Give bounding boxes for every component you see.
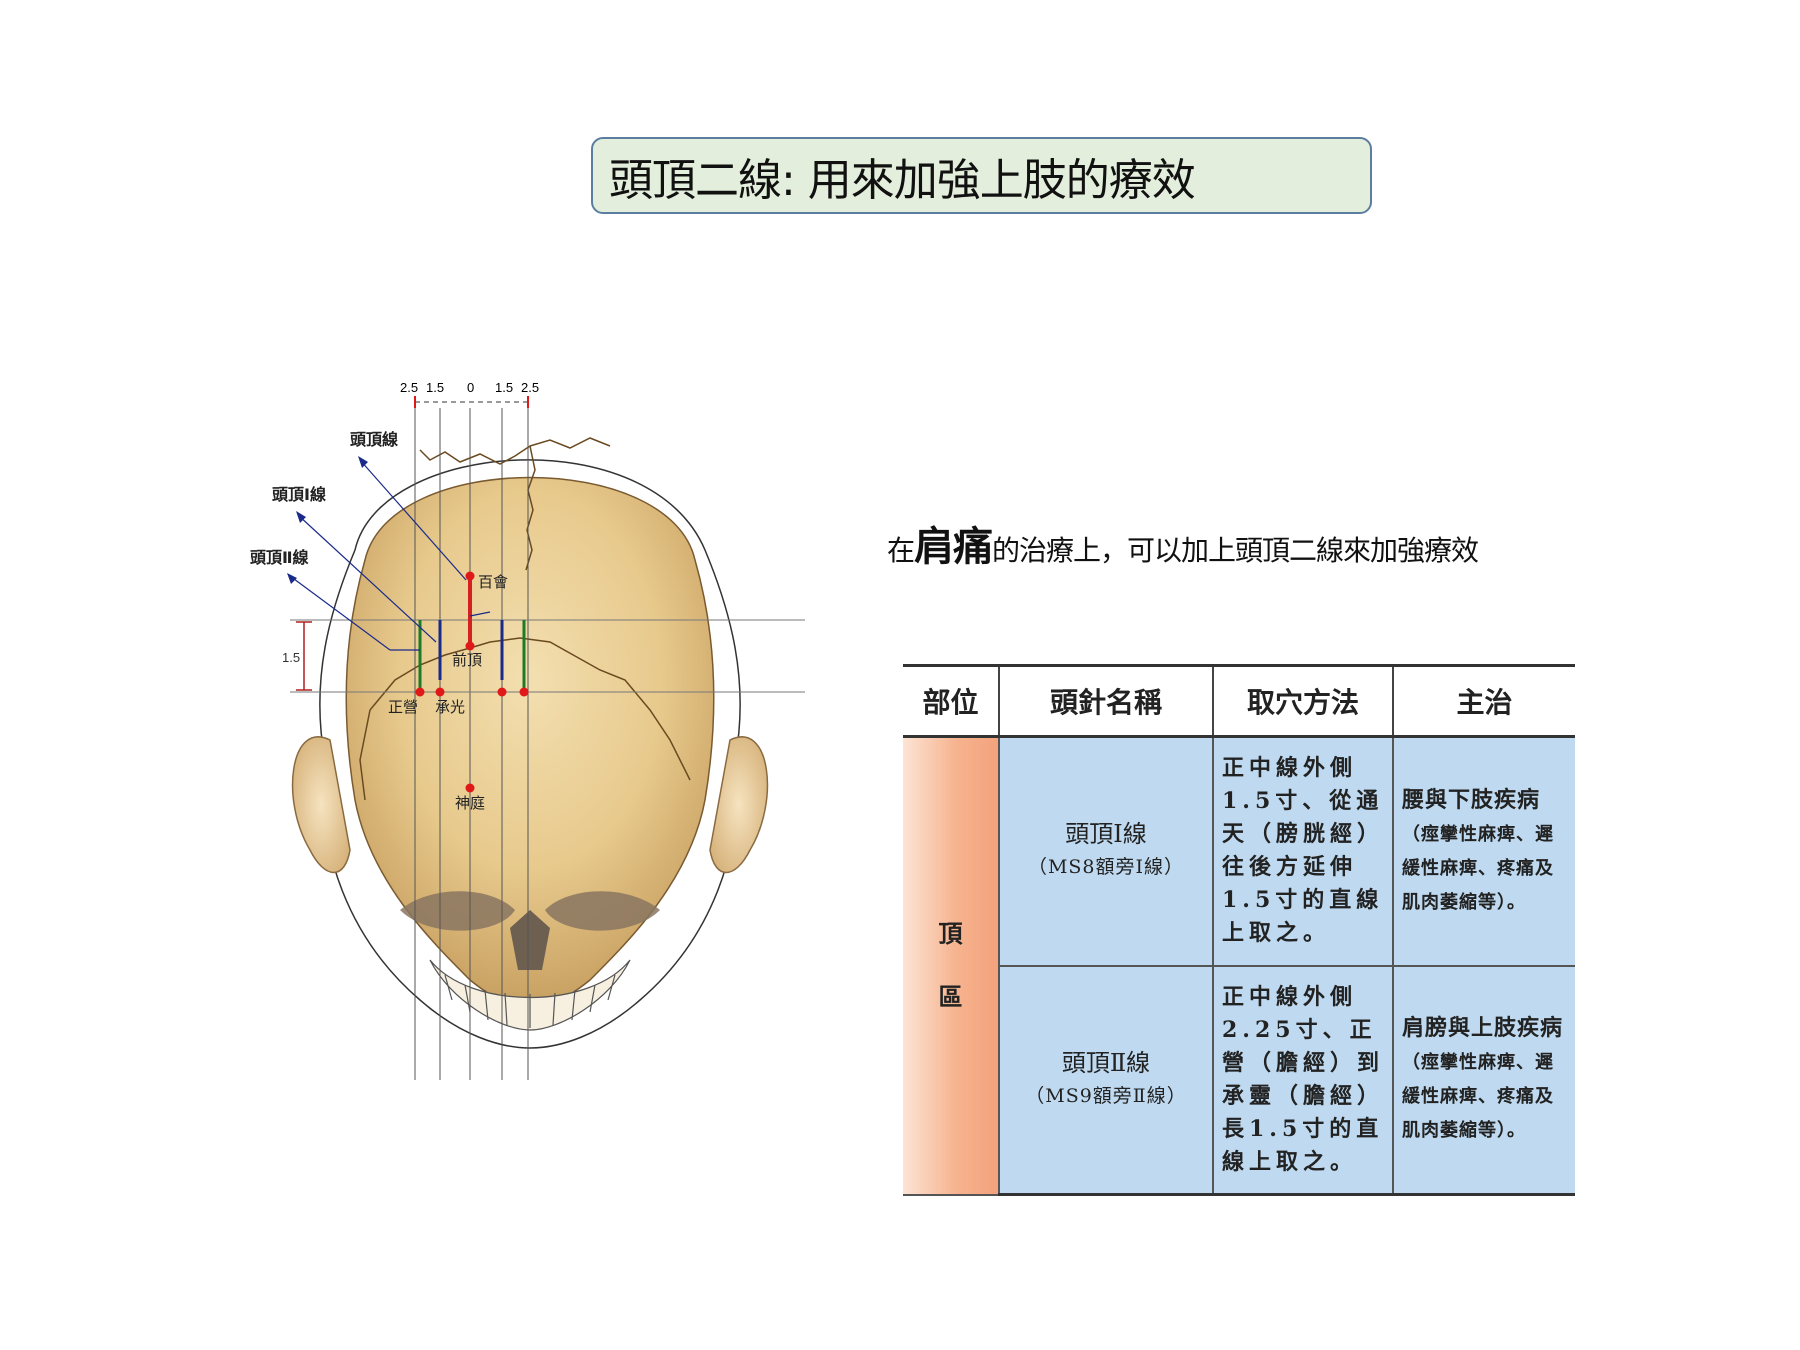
acupuncture-table: 部位 頭針名稱 取穴方法 主治 頂 區 頭頂Ⅰ線 （MS8額旁Ⅰ線） 正中線外側… bbox=[903, 664, 1575, 1196]
note-highlight: 肩痛 bbox=[914, 524, 993, 570]
point-label-shenting: 神庭 bbox=[455, 794, 485, 812]
note-sentence: 在肩痛的治療上，可以加上頭頂二線來加強療效 bbox=[887, 515, 1707, 579]
point-label-qianding: 前頂 bbox=[452, 651, 482, 669]
method-cell: 正中線外側2.25寸、正營（膽經）到承靈（膽經）長1.5寸的直線上取之。 bbox=[1213, 965, 1394, 1196]
skull-diagram: 2.5 1.5 0 1.5 2.5 1.5 百會 前頂 正營 承光 神庭 頭頂線… bbox=[230, 380, 830, 1100]
note-prefix: 在 bbox=[887, 534, 915, 567]
indication-cell: 肩膀與上肢疾病 （痙攣性麻痺、遲緩性麻痺、疼痛及肌肉萎縮等）。 bbox=[1393, 965, 1575, 1196]
line-name-sub: （MS9額旁Ⅱ線） bbox=[1025, 1084, 1187, 1107]
scale-label-right-1-5: 1.5 bbox=[495, 380, 513, 395]
label-line-2: 頭頂Ⅱ線 bbox=[250, 548, 309, 567]
table-row: 頭頂Ⅱ線 （MS9額旁Ⅱ線） 正中線外側2.25寸、正營（膽經）到承靈（膽經）長… bbox=[903, 965, 1575, 1196]
label-line-1: 頭頂Ⅰ線 bbox=[272, 485, 326, 504]
label-line-main: 頭頂線 bbox=[350, 430, 398, 449]
height-label: 1.5 bbox=[282, 650, 300, 665]
header-region: 部位 bbox=[903, 664, 1000, 738]
region-char-1: 頂 bbox=[938, 919, 963, 948]
scale-label-left-2-5: 2.5 bbox=[400, 380, 418, 395]
indication-detail: （痙攣性麻痺、遲緩性麻痺、疼痛及肌肉萎縮等）。 bbox=[1402, 823, 1554, 913]
skull-illustration: 2.5 1.5 0 1.5 2.5 1.5 百會 前頂 正營 承光 神庭 頭頂線… bbox=[250, 380, 805, 1080]
slide-title-box: 頭頂二線: 用來加強上肢的療效 bbox=[591, 137, 1372, 214]
line-name: 頭頂Ⅱ線 bbox=[1061, 1048, 1151, 1077]
name-cell: 頭頂Ⅱ線 （MS9額旁Ⅱ線） bbox=[999, 965, 1214, 1196]
point-label-zhengying: 正營 bbox=[388, 698, 418, 716]
name-cell: 頭頂Ⅰ線 （MS8額旁Ⅰ線） bbox=[999, 736, 1214, 967]
slide-title: 頭頂二線: 用來加強上肢的療效 bbox=[609, 154, 1196, 206]
note-suffix: 的治療上，可以加上頭頂二線來加強療效 bbox=[992, 534, 1479, 567]
region-char-2: 區 bbox=[938, 982, 963, 1011]
indication-main: 腰與下肢疾病 bbox=[1402, 786, 1541, 813]
indication-main: 肩膀與上肢疾病 bbox=[1402, 1015, 1564, 1042]
indication-detail: （痙攣性麻痺、遲緩性麻痺、疼痛及肌肉萎縮等）。 bbox=[1402, 1052, 1554, 1142]
scale-label-zero: 0 bbox=[467, 380, 474, 395]
table-row: 頂 區 頭頂Ⅰ線 （MS8額旁Ⅰ線） 正中線外側1.5寸、從通天（膀胱經）往後方… bbox=[903, 736, 1575, 1196]
method-cell: 正中線外側1.5寸、從通天（膀胱經）往後方延伸1.5寸的直線上取之。 bbox=[1213, 736, 1394, 967]
header-indication: 主治 bbox=[1393, 664, 1575, 738]
point-label-baihui: 百會 bbox=[478, 573, 508, 591]
scale-label-right-2-5: 2.5 bbox=[521, 380, 539, 395]
region-cell: 頂 區 bbox=[903, 736, 1000, 1196]
header-name: 頭針名稱 bbox=[999, 664, 1214, 738]
line-name: 頭頂Ⅰ線 bbox=[1065, 820, 1147, 849]
scale-label-left-1-5: 1.5 bbox=[426, 380, 444, 395]
indication-cell: 腰與下肢疾病 （痙攣性麻痺、遲緩性麻痺、疼痛及肌肉萎縮等）。 bbox=[1393, 736, 1575, 967]
line-name-sub: （MS8額旁Ⅰ線） bbox=[1027, 856, 1185, 879]
header-method: 取穴方法 bbox=[1213, 664, 1394, 738]
point-label-chengguang: 承光 bbox=[435, 698, 465, 716]
